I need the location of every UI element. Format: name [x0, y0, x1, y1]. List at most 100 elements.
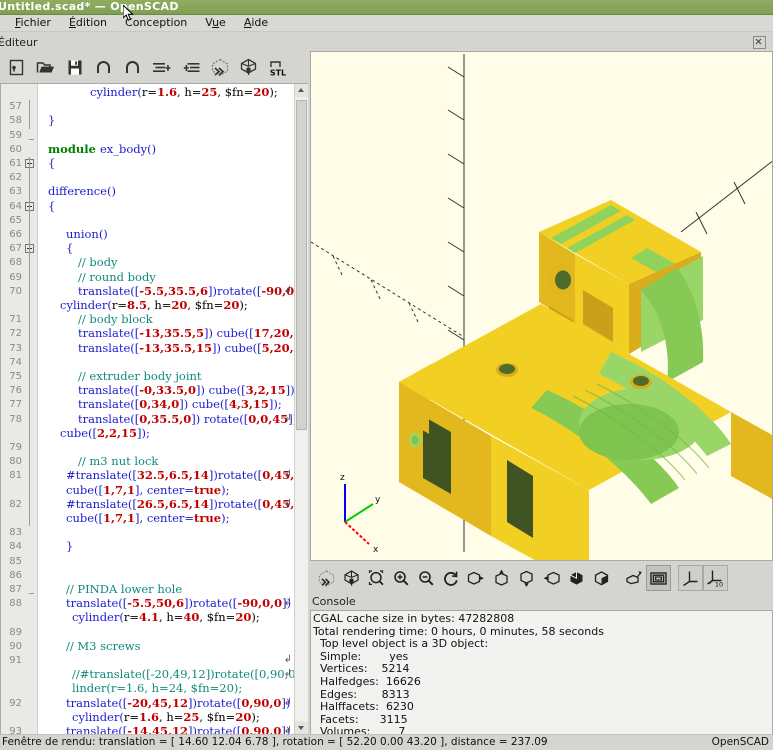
- code-line: // PINDA lower hole: [42, 583, 182, 596]
- scrollbar-thumb[interactable]: [296, 100, 307, 430]
- code-line: }: [42, 540, 73, 553]
- code-line: linder(r=1.6, h=24, $fn=20);: [42, 682, 242, 695]
- view-front-icon[interactable]: [564, 565, 589, 591]
- code-line: union(): [42, 228, 108, 241]
- code-line: {: [42, 157, 55, 170]
- view-bottom-icon[interactable]: [514, 565, 539, 591]
- menu-item-fichier[interactable]: FFichierichier: [6, 15, 60, 31]
- render-window-status: Fenêtre de rendu: translation = [ 14.60 …: [2, 735, 548, 750]
- line-number: 70: [9, 285, 22, 298]
- line-number: 73: [9, 342, 22, 355]
- line-number: 87: [9, 583, 22, 596]
- code-line: {: [42, 200, 55, 213]
- view-back-icon[interactable]: [589, 565, 614, 591]
- fold-margin[interactable]: [25, 84, 38, 734]
- unindent-icon[interactable]: [147, 53, 176, 81]
- svg-text:z: z: [340, 473, 345, 483]
- line-number: 59: [9, 129, 22, 142]
- scroll-down-icon[interactable]: [295, 721, 308, 734]
- code-line: // body block: [42, 313, 153, 326]
- line-number: 91: [9, 654, 22, 667]
- code-line: cylinder(r=1.6, h=25, $fn=20);: [42, 86, 278, 99]
- code-text-area[interactable]: cylinder(r=1.6, h=25, $fn=20);}module ex…: [38, 84, 294, 734]
- line-number: 84: [9, 540, 22, 553]
- code-line: // extruder body joint: [42, 370, 202, 383]
- editor-toolbar: STL: [0, 51, 308, 83]
- close-icon[interactable]: [753, 36, 766, 49]
- code-line: difference(): [42, 185, 116, 198]
- reset-view-icon[interactable]: [439, 565, 464, 591]
- perspective-icon[interactable]: [621, 565, 646, 591]
- mouse-cursor: [123, 5, 134, 21]
- svg-text:10: 10: [715, 580, 723, 588]
- svg-text:STL: STL: [269, 68, 285, 77]
- line-number: 86: [9, 569, 22, 582]
- code-line: cube([1,7,1], center=true);: [42, 484, 229, 497]
- line-number: 64: [9, 200, 22, 213]
- zoom-in-icon[interactable]: [389, 565, 414, 591]
- code-line: cylinder(r=4.1, h=40, $fn=20);: [42, 611, 260, 624]
- line-number: 65: [9, 214, 22, 227]
- fold-guide-end: [29, 139, 34, 140]
- view-top-icon[interactable]: [489, 565, 514, 591]
- line-number: 71: [9, 313, 22, 326]
- code-editor[interactable]: 5758596061626364656667686970717273747576…: [0, 83, 308, 735]
- new-file-icon[interactable]: [2, 53, 31, 81]
- view-left-icon[interactable]: [539, 565, 564, 591]
- render-icon[interactable]: [339, 565, 364, 591]
- line-wrap-icon: ↲: [284, 668, 292, 679]
- line-number: 80: [9, 455, 22, 468]
- code-line: translate([-0,33.5,0]) cube([3,2,15]);: [42, 384, 294, 397]
- openscad-window: Untitled.scad* — OpenSCAD FFichierichier…: [0, 0, 773, 750]
- code-line: // m3 nut lock: [42, 455, 158, 468]
- line-wrap-icon: ↲: [284, 654, 292, 665]
- editor-dock-header: Éditeur: [0, 32, 773, 53]
- line-number: 88: [9, 597, 22, 610]
- code-line: translate([0,34,0]) cube([4,3,15]);: [42, 398, 282, 411]
- console-line: CGAL cache size in bytes: 47282808: [313, 613, 772, 626]
- console-header: Console: [310, 594, 773, 610]
- redo-icon[interactable]: [118, 53, 147, 81]
- menu-item-edition[interactable]: Édition: [60, 15, 116, 31]
- line-number: 79: [9, 441, 22, 454]
- line-number: 58: [9, 114, 22, 127]
- 3d-viewport[interactable]: z y x: [310, 51, 773, 561]
- show-scale-icon[interactable]: 10: [703, 565, 728, 591]
- line-number: 82: [9, 498, 22, 511]
- menu-item-aide[interactable]: Aide: [235, 15, 277, 31]
- line-wrap-icon: ↲: [284, 725, 292, 734]
- line-number: 76: [9, 384, 22, 397]
- show-axes-icon[interactable]: [678, 565, 703, 591]
- open-file-icon[interactable]: [31, 53, 60, 81]
- line-number: 78: [9, 413, 22, 426]
- export-stl-icon[interactable]: STL: [263, 53, 292, 81]
- scroll-up-icon[interactable]: [295, 84, 308, 97]
- save-file-icon[interactable]: [60, 53, 89, 81]
- line-number: 90: [9, 640, 22, 653]
- menu-bar: FFichierichier Édition Conception Vue Ai…: [0, 15, 773, 32]
- editor-scrollbar[interactable]: [294, 84, 308, 734]
- orthogonal-icon[interactable]: [646, 565, 671, 591]
- render-icon[interactable]: [234, 53, 263, 81]
- line-wrap-icon: ↲: [284, 469, 292, 480]
- preview-icon[interactable]: [314, 565, 339, 591]
- console-output[interactable]: CGAL cache size in bytes: 47282808Total …: [310, 610, 773, 735]
- line-wrap-icon: ↲: [284, 413, 292, 424]
- indent-icon[interactable]: [176, 53, 205, 81]
- preview-icon[interactable]: [205, 53, 234, 81]
- status-bar: Fenêtre de rendu: translation = [ 14.60 …: [0, 734, 773, 750]
- title-bar: Untitled.scad* — OpenSCAD: [0, 0, 773, 15]
- view-right-icon[interactable]: [464, 565, 489, 591]
- code-line: //#translate([-20,49,12])rotate([0,90,0]…: [42, 668, 294, 681]
- code-line: translate([-13,35.5,5]) cube([17,20,10])…: [42, 327, 294, 340]
- menu-item-vue[interactable]: Vue: [196, 15, 235, 31]
- main-panes: STL 575859606162636465666768697071727374…: [0, 51, 773, 735]
- line-number: 62: [9, 171, 22, 184]
- line-number: 83: [9, 526, 22, 539]
- line-number: 74: [9, 356, 22, 369]
- zoom-all-icon[interactable]: [364, 565, 389, 591]
- zoom-out-icon[interactable]: [414, 565, 439, 591]
- svg-text:x: x: [373, 545, 379, 555]
- undo-icon[interactable]: [89, 53, 118, 81]
- line-number: 77: [9, 398, 22, 411]
